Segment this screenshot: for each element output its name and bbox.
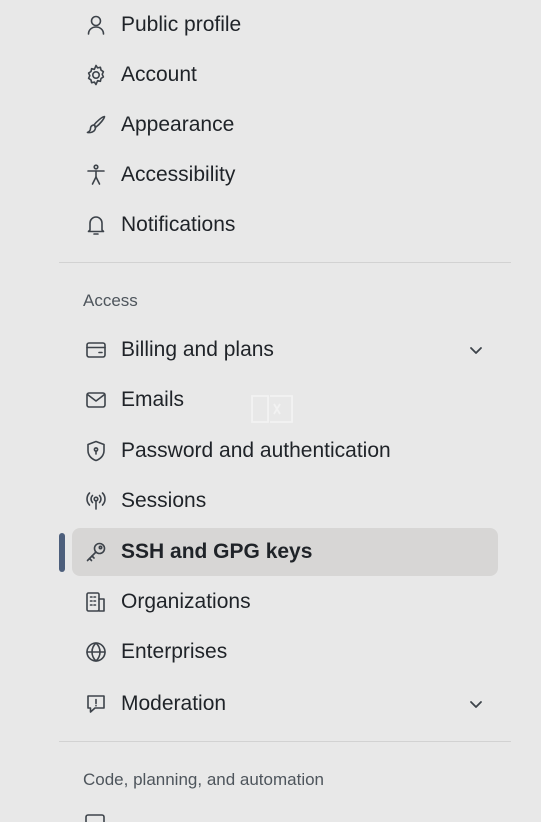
divider bbox=[59, 262, 511, 263]
sidebar-item-moderation[interactable]: Moderation bbox=[72, 680, 498, 728]
person-icon bbox=[83, 12, 109, 38]
organization-icon bbox=[83, 589, 109, 615]
paintbrush-icon bbox=[83, 112, 109, 138]
sidebar-item-label: Account bbox=[121, 63, 197, 86]
sidebar-item-accessibility[interactable]: Accessibility bbox=[72, 151, 498, 199]
divider bbox=[59, 741, 511, 742]
sidebar-item-label: SSH and GPG keys bbox=[121, 540, 313, 563]
sidebar-item-billing-and-plans[interactable]: Billing and plans bbox=[72, 326, 498, 374]
watermark-icon bbox=[250, 392, 294, 426]
chevron-down-icon[interactable] bbox=[468, 342, 484, 358]
sidebar-item-public-profile[interactable]: Public profile bbox=[72, 1, 498, 49]
mail-icon bbox=[83, 387, 109, 413]
sidebar-item-label: Sessions bbox=[121, 489, 207, 512]
chevron-down-icon[interactable] bbox=[468, 696, 484, 712]
sidebar-item-label: Billing and plans bbox=[121, 338, 274, 361]
bell-icon bbox=[83, 212, 109, 238]
sidebar-item-enterprises[interactable]: Enterprises bbox=[72, 628, 498, 676]
sidebar-item-label: Emails bbox=[121, 388, 185, 411]
credit-card-icon bbox=[83, 337, 109, 363]
sidebar-item-label: Appearance bbox=[121, 113, 235, 136]
key-icon bbox=[83, 539, 109, 565]
sidebar-item-label: Organizations bbox=[121, 590, 251, 613]
sidebar-item-organizations[interactable]: Organizations bbox=[72, 578, 498, 626]
sidebar-item-sessions[interactable]: Sessions bbox=[72, 477, 498, 525]
sidebar-item-label: Enterprises bbox=[121, 640, 228, 663]
gear-icon bbox=[83, 62, 109, 88]
shield-lock-icon bbox=[83, 438, 109, 464]
active-indicator bbox=[59, 533, 65, 572]
sidebar-item-appearance[interactable]: Appearance bbox=[72, 101, 498, 149]
section-heading-code-planning-automation: Code, planning, and automation bbox=[83, 770, 325, 789]
sidebar-item-notifications[interactable]: Notifications bbox=[72, 201, 498, 249]
sidebar-item-label: Accessibility bbox=[121, 163, 236, 186]
section-heading-access: Access bbox=[83, 291, 138, 310]
settings-sidebar: Public profile Account Appearance Access… bbox=[0, 0, 541, 822]
sidebar-item-label: Public profile bbox=[121, 13, 242, 36]
sidebar-item-account[interactable]: Account bbox=[72, 51, 498, 99]
repositories-icon[interactable] bbox=[83, 812, 107, 822]
broadcast-icon bbox=[83, 488, 109, 514]
accessibility-icon bbox=[83, 162, 109, 188]
sidebar-item-label: Moderation bbox=[121, 692, 227, 715]
report-icon bbox=[83, 691, 109, 717]
sidebar-item-ssh-and-gpg-keys[interactable]: SSH and GPG keys bbox=[72, 528, 498, 576]
sidebar-item-label: Password and authentication bbox=[121, 439, 391, 462]
sidebar-item-label: Notifications bbox=[121, 213, 236, 236]
sidebar-item-password-and-authentication[interactable]: Password and authentication bbox=[72, 427, 498, 475]
globe-icon bbox=[83, 639, 109, 665]
